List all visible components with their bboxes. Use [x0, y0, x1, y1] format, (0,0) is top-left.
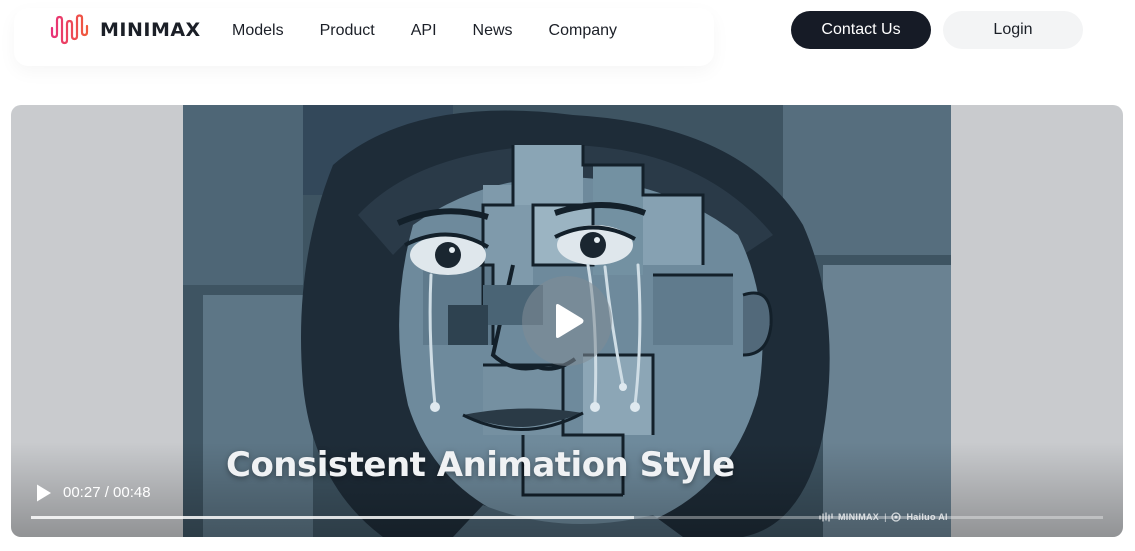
login-button[interactable]: Login	[943, 11, 1083, 49]
contact-us-button[interactable]: Contact Us	[791, 11, 931, 49]
site-header: MINIMAX Models Product API News Company …	[0, 0, 1135, 70]
minimax-wave-icon	[50, 14, 89, 45]
play-icon	[556, 304, 584, 338]
brand-logo[interactable]: MINIMAX	[50, 14, 201, 46]
video-controls: 00:27 / 00:48	[11, 467, 1123, 537]
progress-fill	[31, 516, 634, 519]
brand-name: MINIMAX	[100, 19, 201, 41]
main-nav: Models Product API News Company	[232, 20, 617, 42]
playback-time: 00:27 / 00:48	[63, 484, 151, 501]
watermark-brand: MINIMAX	[838, 512, 880, 522]
video-player[interactable]: Consistent Animation Style 00:27 / 00:48…	[11, 105, 1123, 537]
nav-item-news[interactable]: News	[473, 20, 513, 42]
nav-item-product[interactable]: Product	[320, 20, 375, 42]
watermark-product: Hailuo AI	[906, 512, 948, 522]
minimax-wave-small-icon	[819, 512, 833, 522]
nav-item-models[interactable]: Models	[232, 20, 284, 42]
nav-item-company[interactable]: Company	[549, 20, 617, 42]
big-play-button[interactable]	[522, 276, 612, 366]
watermark-separator: |	[884, 512, 887, 522]
video-watermark: MINIMAX | Hailuo AI	[819, 512, 948, 522]
play-toggle-icon[interactable]	[35, 483, 53, 503]
nav-item-api[interactable]: API	[411, 20, 437, 42]
hailuo-logo-icon	[891, 512, 902, 522]
